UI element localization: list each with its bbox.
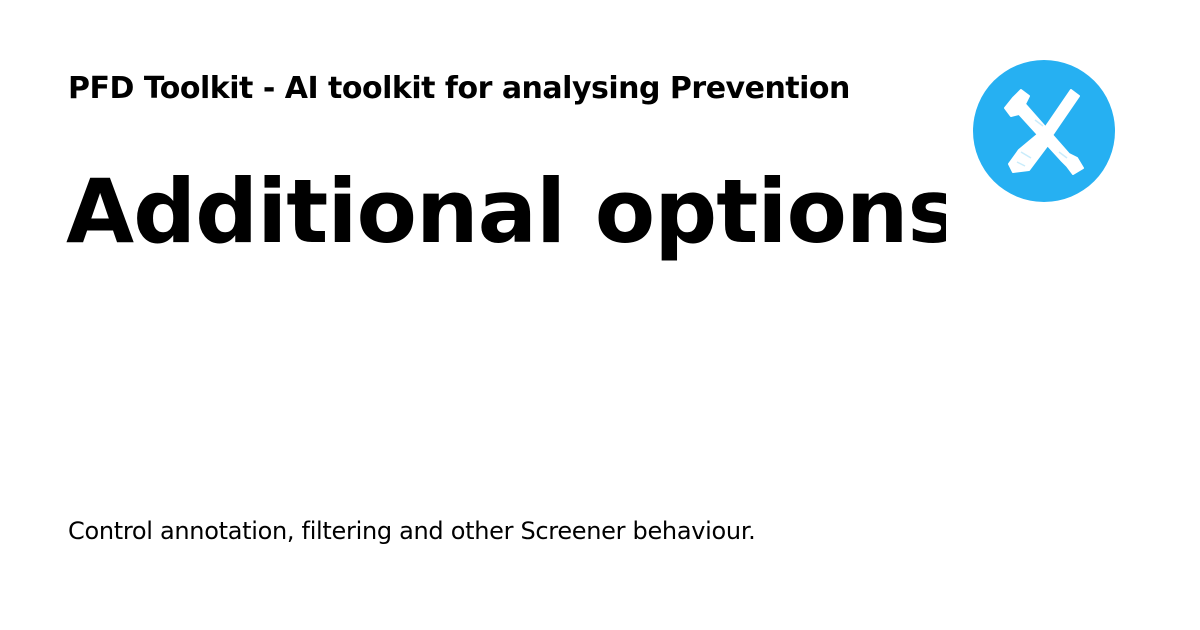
page-title: Additional options <box>66 162 946 262</box>
page-description: Control annotation, filtering and other … <box>68 517 756 545</box>
tools-icon <box>973 60 1115 202</box>
site-logo <box>973 60 1115 202</box>
social-card: PFD Toolkit - AI toolkit for analysing P… <box>0 0 1200 630</box>
site-title: PFD Toolkit - AI toolkit for analysing P… <box>68 71 850 106</box>
